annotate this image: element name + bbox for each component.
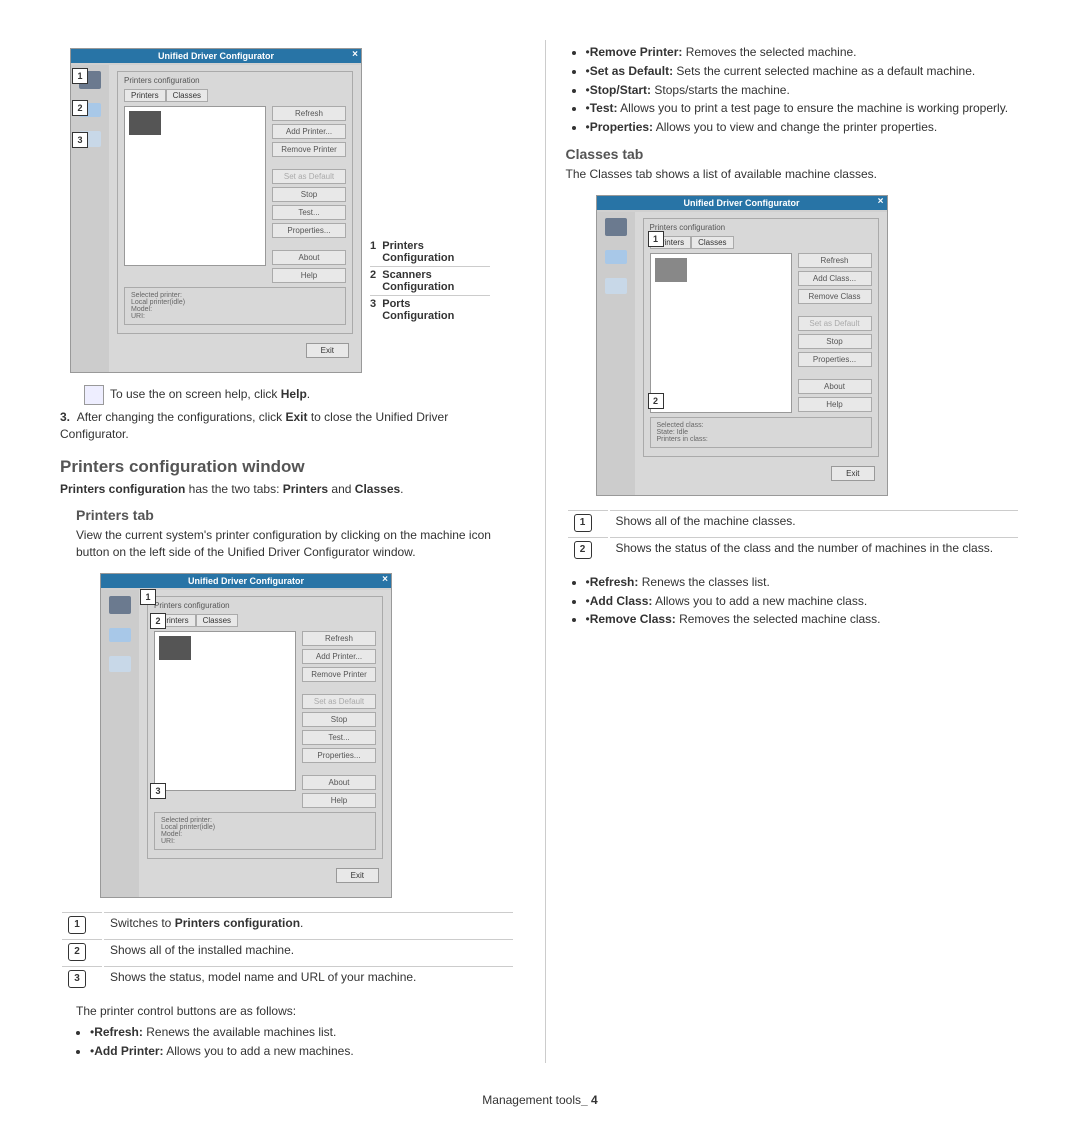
- printers-tab-desc: View the current system's printer config…: [60, 527, 515, 561]
- page-footer: Management tools_ 4: [60, 1093, 1020, 1107]
- tab-classes[interactable]: Classes: [166, 89, 208, 102]
- class-list[interactable]: [650, 253, 792, 413]
- add-printer-button[interactable]: Add Printer...: [272, 124, 346, 139]
- heading-classes-tab: Classes tab: [566, 146, 1021, 162]
- set-default-button[interactable]: Set as Default: [272, 169, 346, 184]
- note-text: To use the on screen help, click: [110, 387, 281, 401]
- class-button-list: •Refresh: Renews the classes list. •Add …: [566, 574, 1021, 628]
- callout-2: 2: [648, 393, 664, 409]
- about-button[interactable]: About: [272, 250, 346, 265]
- printer-list[interactable]: [154, 631, 296, 791]
- selected-class-panel: Selected class: State: Idle Printers in …: [650, 417, 872, 448]
- ports-config-icon[interactable]: [109, 656, 131, 672]
- remove-printer-button[interactable]: Remove Printer: [272, 142, 346, 157]
- properties-button[interactable]: Properties...: [272, 223, 346, 238]
- printers-config-icon[interactable]: [109, 596, 131, 614]
- callout-1: 1: [140, 589, 156, 605]
- selected-printer-panel: Selected printer: Local printer(idle) Mo…: [124, 287, 346, 325]
- printers-config-icon[interactable]: [605, 218, 627, 236]
- callout-3: 3: [72, 132, 88, 148]
- ports-config-icon[interactable]: [605, 278, 627, 294]
- callout-1: 1: [72, 68, 88, 84]
- heading-printers-tab: Printers tab: [60, 507, 515, 523]
- callout-2: 2: [72, 100, 88, 116]
- callout-1: 1: [648, 231, 664, 247]
- note-icon: [84, 385, 104, 405]
- tab-printers[interactable]: Printers: [124, 89, 166, 102]
- selected-printer-panel: Selected printer: Local printer(idle) Mo…: [154, 812, 376, 850]
- window-title: Unified Driver Configurator×: [71, 49, 361, 63]
- exit-button[interactable]: Exit: [306, 343, 349, 358]
- button-list: •Refresh: Renews the available machines …: [60, 1024, 515, 1060]
- button-intro: The printer control buttons are as follo…: [60, 1003, 515, 1020]
- test-button[interactable]: Test...: [272, 205, 346, 220]
- classes-tab-desc: The Classes tab shows a list of availabl…: [566, 166, 1021, 183]
- callout-2: 2: [150, 613, 166, 629]
- callout-3: 3: [150, 783, 166, 799]
- scanners-config-icon[interactable]: [109, 628, 131, 642]
- window-title: Unified Driver Configurator×: [597, 196, 887, 210]
- stop-button[interactable]: Stop: [272, 187, 346, 202]
- button-list-cont: •Remove Printer: Removes the selected ma…: [566, 44, 1021, 136]
- help-button[interactable]: Help: [272, 268, 346, 283]
- legend-table-classes: 1Shows all of the machine classes. 2Show…: [566, 508, 1021, 564]
- printer-list[interactable]: [124, 106, 266, 266]
- legend-table: 1Switches to Printers configuration. 2Sh…: [60, 910, 515, 993]
- heading-printers-config: Printers configuration window: [60, 457, 515, 477]
- window-title: Unified Driver Configurator×: [101, 574, 391, 588]
- refresh-button[interactable]: Refresh: [272, 106, 346, 121]
- fieldset-label: Printers configuration: [124, 76, 346, 85]
- scanners-config-icon[interactable]: [605, 250, 627, 264]
